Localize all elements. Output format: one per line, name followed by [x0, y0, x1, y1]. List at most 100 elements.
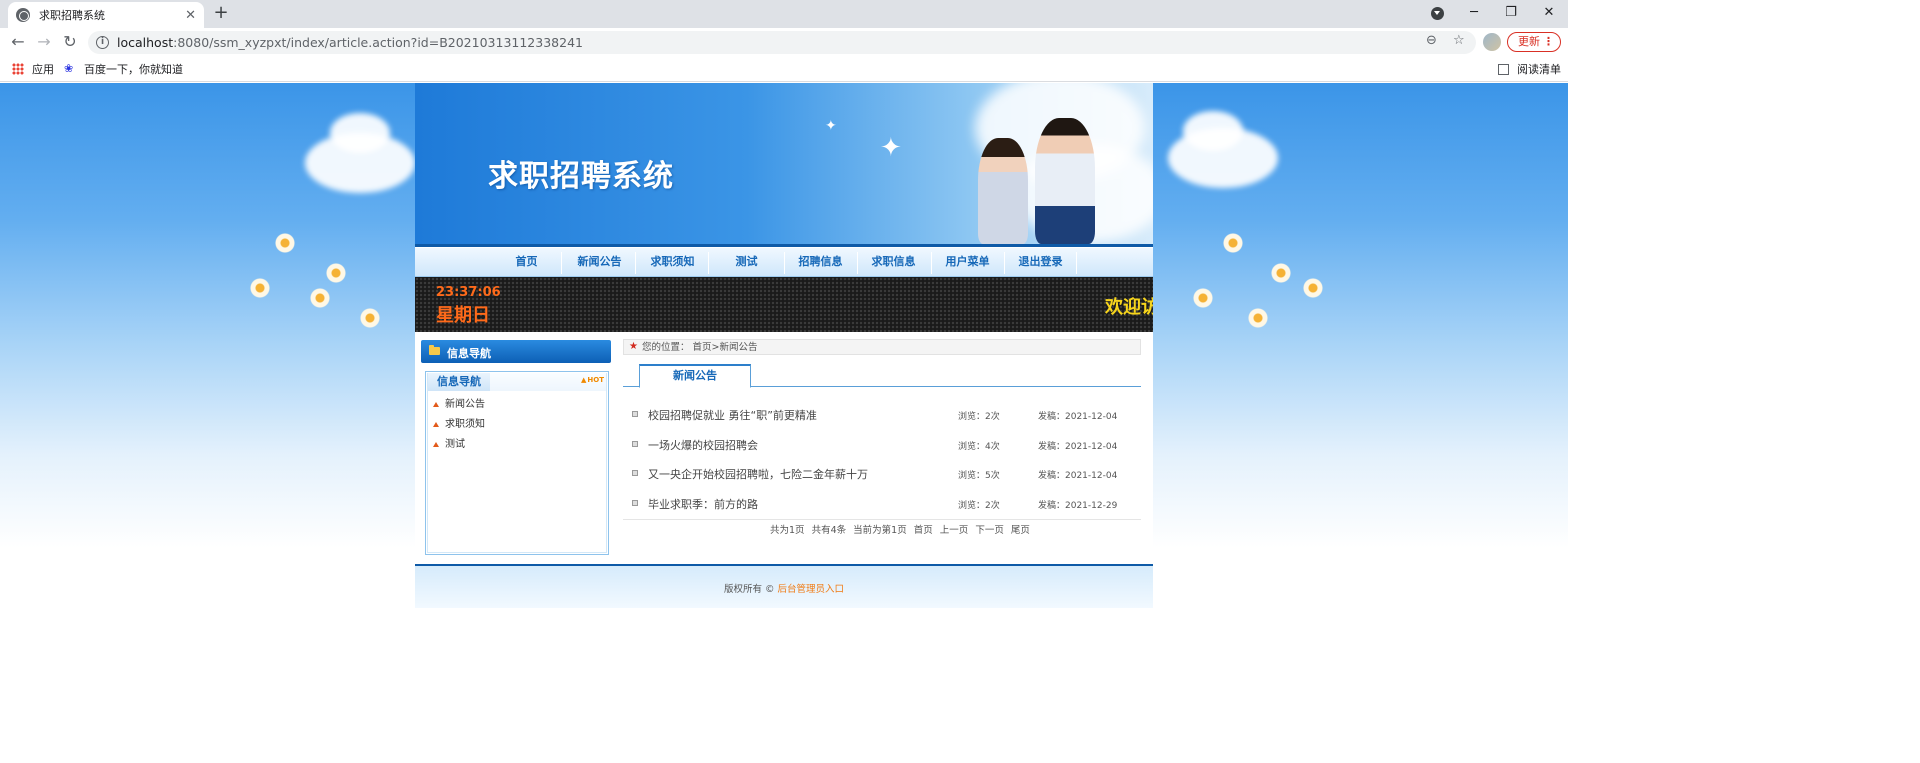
forward-icon[interactable]: → [34, 32, 54, 52]
close-window-icon[interactable]: ✕ [1530, 0, 1568, 28]
tab-title: 求职招聘系统 [39, 9, 105, 22]
bullet-icon [632, 411, 638, 417]
bookmark-star-icon[interactable]: ☆ [1453, 33, 1465, 48]
nav-job-seeking[interactable]: 求职信息 [858, 248, 929, 277]
reading-list-icon [1498, 63, 1509, 75]
info-nav-header: 信息导航 [421, 340, 611, 363]
clock-weekday: 星期日 [436, 305, 490, 326]
list-divider [623, 519, 1141, 520]
news-views: 浏览：2次 [958, 500, 1000, 511]
info-nav-title: 信息导航 [447, 347, 491, 360]
led-clock-panel: 23:37:06 星期日 欢迎访 [415, 277, 1153, 332]
nav-job-notice[interactable]: 求职须知 [637, 248, 708, 277]
arrow-up-icon [433, 442, 439, 447]
welcome-marquee: 欢迎访 [1105, 297, 1153, 318]
reload-icon[interactable]: ↻ [60, 32, 80, 52]
info-nav-tab: 信息导航 [428, 373, 490, 391]
nav-test[interactable]: 测试 [711, 248, 782, 277]
breadcrumb-text: 您的位置： 首页>新闻公告 [642, 342, 758, 353]
nav-recruitment[interactable]: 招聘信息 [785, 248, 856, 277]
new-tab-icon[interactable]: + [212, 4, 230, 24]
pager-first-link[interactable]: 首页 [914, 525, 933, 536]
globe-icon [16, 8, 30, 22]
nav-user-menu[interactable]: 用户菜单 [932, 248, 1003, 277]
news-title-link[interactable]: 毕业求职季：前方的路 [648, 496, 758, 512]
content-tab-row: 新闻公告 [623, 363, 1141, 388]
list-item: 一场火爆的校园招聘会 浏览：4次 发稿：2021-12-04 [623, 431, 1141, 461]
bookmark-apps[interactable]: 应用 [12, 61, 54, 77]
site-banner: ✦ ✦ 求职招聘系统 [415, 83, 1153, 244]
folder-icon [429, 345, 440, 355]
baidu-icon: ❀ [64, 62, 74, 75]
right-sky-decoration [1153, 83, 1568, 630]
clock-time: 23:37:06 [436, 285, 501, 300]
news-date: 发稿：2021-12-04 [1038, 441, 1118, 452]
update-button[interactable]: 更新 ⋮ [1507, 32, 1561, 52]
info-nav-panel: 信息导航 信息导航 HOT 新闻公告 求职须知 测试 [421, 340, 611, 558]
minimize-icon[interactable]: ─ [1455, 0, 1493, 28]
url-text[interactable]: localhost:8080/ssm_xyzpxt/index/article.… [117, 35, 583, 50]
arrow-up-icon [433, 422, 439, 427]
list-item: 毕业求职季：前方的路 浏览：2次 发稿：2021-12-29 [623, 490, 1141, 520]
reading-list[interactable]: 阅读清单 [1498, 61, 1561, 77]
info-nav-box: 信息导航 HOT 新闻公告 求职须知 测试 [425, 371, 609, 555]
news-list: 校园招聘促就业 勇往“职”前更精准 浏览：2次 发稿：2021-12-04 一场… [623, 401, 1141, 519]
breadcrumb: ★ 您的位置： 首页>新闻公告 [623, 339, 1141, 355]
pager-total-pages: 共为1页 [770, 525, 805, 536]
news-title-link[interactable]: 校园招聘促就业 勇往“职”前更精准 [648, 407, 817, 423]
close-tab-icon[interactable]: ✕ [185, 8, 196, 23]
pager-last-link[interactable]: 尾页 [1011, 525, 1030, 536]
news-title-link[interactable]: 又一央企开始校园招聘啦，七险二金年薪十万 [648, 466, 868, 482]
apps-icon [12, 63, 24, 75]
left-sky-decoration [0, 83, 415, 630]
pager-next-link[interactable]: 下一页 [975, 525, 1004, 536]
site-footer: 版权所有 © 后台管理员入口 [415, 564, 1153, 608]
news-title-link[interactable]: 一场火爆的校园招聘会 [648, 437, 758, 453]
pager-prev-link[interactable]: 上一页 [940, 525, 969, 536]
sidebar-item-job-notice[interactable]: 求职须知 [432, 415, 485, 435]
menu-dots-icon: ⋮ [1543, 35, 1554, 48]
pager-current: 当前为第1页 [853, 525, 907, 536]
zoom-icon[interactable]: ⊖ [1426, 33, 1437, 48]
news-views: 浏览：2次 [958, 412, 1000, 422]
nav-home[interactable]: 首页 [502, 248, 551, 277]
news-date: 发稿：2021-12-04 [1038, 412, 1118, 422]
star-decoration-icon: ✦ [825, 118, 837, 134]
news-date: 发稿：2021-12-29 [1038, 500, 1118, 511]
news-views: 浏览：4次 [958, 441, 1000, 452]
info-nav-list: 新闻公告 求职须知 测试 [432, 395, 485, 455]
profile-avatar[interactable] [1483, 33, 1501, 51]
bullet-icon [632, 470, 638, 476]
list-item: 又一央企开始校园招聘啦，七险二金年薪十万 浏览：5次 发稿：2021-12-04 [623, 460, 1141, 490]
main-nav: 首页 新闻公告 求职须知 测试 招聘信息 求职信息 用户菜单 退出登录 [415, 248, 1153, 277]
bullet-icon [632, 440, 638, 447]
bookmarks-bar: 应用 ❀ 百度一下，你就知道 阅读清单 [0, 56, 1568, 82]
sidebar-item-news[interactable]: 新闻公告 [432, 395, 485, 415]
browser-toolbar: ← → ↻ i localhost:8080/ssm_xyzpxt/index/… [0, 28, 1568, 56]
tab-search-icon[interactable] [1431, 7, 1444, 20]
site-info-icon[interactable]: i [96, 36, 109, 49]
site-title: 求职招聘系统 [488, 159, 674, 194]
site-container: ✦ ✦ 求职招聘系统 首页 新闻公告 求职须知 测试 招聘信息 求职信息 用户菜… [415, 83, 1153, 608]
news-date: 发稿：2021-12-04 [1038, 471, 1118, 481]
tab-news[interactable]: 新闻公告 [639, 364, 751, 388]
admin-entry-link[interactable]: 后台管理员入口 [778, 584, 845, 595]
pager-total-items: 共有4条 [811, 525, 847, 536]
restore-icon[interactable]: ❐ [1492, 0, 1530, 28]
browser-tab[interactable]: 求职招聘系统 ✕ [8, 2, 204, 28]
list-item: 校园招聘促就业 勇往“职”前更精准 浏览：2次 发稿：2021-12-04 [623, 401, 1141, 431]
nav-logout[interactable]: 退出登录 [1005, 248, 1076, 277]
sidebar-item-test[interactable]: 测试 [432, 435, 485, 455]
arrow-up-icon [433, 402, 439, 407]
news-views: 浏览：5次 [958, 471, 1000, 481]
back-icon[interactable]: ← [8, 32, 28, 52]
hot-badge: HOT [581, 376, 604, 384]
star-decoration-icon: ✦ [880, 133, 902, 163]
address-bar[interactable]: i localhost:8080/ssm_xyzpxt/index/articl… [88, 31, 1476, 54]
browser-tab-strip: 求职招聘系统 ✕ + ─ ❐ ✕ [0, 0, 1568, 28]
star-icon: ★ [629, 341, 638, 352]
student-girl-image [978, 138, 1028, 244]
nav-news[interactable]: 新闻公告 [564, 248, 635, 277]
bookmark-baidu[interactable]: ❀ 百度一下，你就知道 [64, 61, 183, 77]
copyright-text: 版权所有 © 后台管理员入口 [723, 584, 845, 595]
